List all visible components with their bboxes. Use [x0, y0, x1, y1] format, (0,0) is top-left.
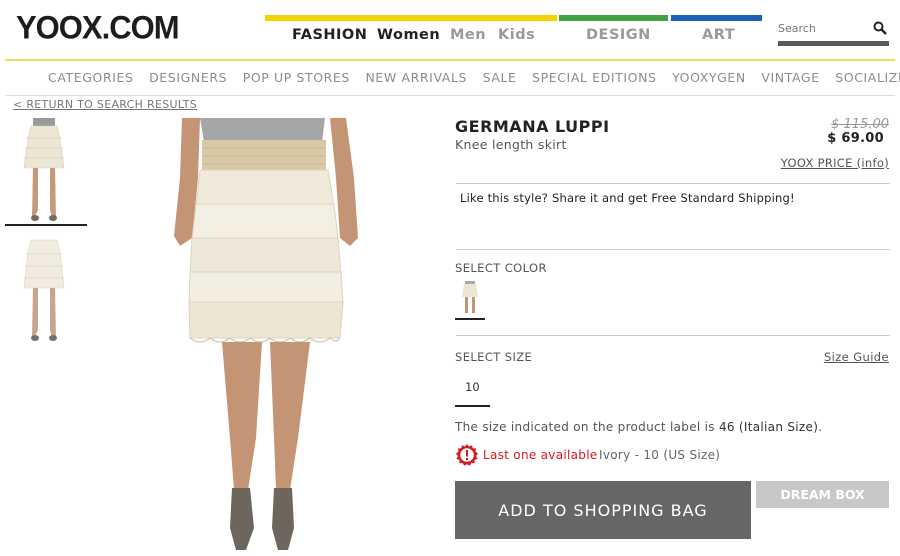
dream-box-button[interactable]: DREAM BOX [756, 481, 889, 508]
size-selected-indicator [455, 405, 490, 407]
size-divider [456, 335, 890, 336]
product-thumbnail-1[interactable] [20, 118, 68, 221]
design-color-bar [559, 15, 668, 21]
add-to-shopping-bag-button[interactable]: ADD TO SHOPPING BAG [455, 481, 751, 539]
yoox-price-info-link[interactable]: YOOX PRICE (info) [781, 156, 889, 170]
nav-men[interactable]: Men [450, 27, 486, 43]
main-product-image[interactable] [170, 118, 360, 554]
color-divider [456, 249, 890, 250]
search-input[interactable] [778, 18, 866, 38]
subnav-vintage[interactable]: VINTAGE [761, 70, 819, 85]
sub-navigation: CATEGORIES DESIGNERS POP UP STORES NEW A… [48, 70, 900, 85]
fashion-color-bar [265, 15, 557, 21]
return-to-search-link[interactable]: < RETURN TO SEARCH RESULTS [13, 98, 197, 111]
search-icon[interactable] [873, 20, 887, 35]
sale-price: $ 69.00 [827, 131, 884, 146]
subnav-divider [5, 95, 895, 96]
share-promo-text[interactable]: Like this style? Share it and get Free S… [460, 191, 795, 205]
product-thumbnail-2[interactable] [20, 238, 68, 341]
nav-design[interactable]: DESIGN [586, 27, 651, 43]
last-one-available-label: Last one available [483, 448, 598, 462]
color-selected-indicator [455, 318, 485, 320]
alert-badge-icon [455, 443, 479, 467]
nav-art[interactable]: ART [702, 27, 735, 43]
subnav-special-editions[interactable]: SPECIAL EDITIONS [532, 70, 657, 85]
nav-fashion[interactable]: FASHION [292, 27, 367, 43]
share-divider [456, 183, 890, 184]
italian-size-value: 46 (Italian Size) [718, 420, 819, 434]
nav-kids[interactable]: Kids [498, 27, 535, 43]
search-box [778, 18, 889, 46]
thumbnail-selected-indicator [5, 224, 87, 226]
subnav-categories[interactable]: CATEGORIES [48, 70, 134, 85]
size-option-10[interactable]: 10 [465, 380, 480, 394]
art-color-bar [671, 15, 762, 21]
select-color-label: SELECT COLOR [455, 261, 547, 275]
subnav-sale[interactable]: SALE [483, 70, 517, 85]
subnav-designers[interactable]: DESIGNERS [149, 70, 227, 85]
select-size-label: SELECT SIZE [455, 350, 533, 364]
subnav-new-arrivals[interactable]: NEW ARRIVALS [365, 70, 467, 85]
header-divider [5, 59, 895, 61]
original-price: $ 115.00 [831, 117, 889, 132]
subnav-socialize[interactable]: SOCIALIZE [835, 70, 900, 85]
subnav-pop-up-stores[interactable]: POP UP STORES [243, 70, 350, 85]
subnav-yooxygen[interactable]: YOOXYGEN [672, 70, 746, 85]
size-note: The size indicated on the product label … [455, 420, 823, 434]
color-swatch-ivory[interactable] [459, 281, 481, 315]
nav-women[interactable]: Women [377, 27, 440, 43]
product-subtitle: Knee length skirt [455, 137, 567, 152]
product-brand[interactable]: GERMANA LUPPI [455, 117, 610, 136]
site-logo[interactable]: YOOX.COM [16, 9, 180, 47]
variant-description: Ivory - 10 (US Size) [599, 448, 721, 462]
size-guide-link[interactable]: Size Guide [824, 350, 889, 364]
